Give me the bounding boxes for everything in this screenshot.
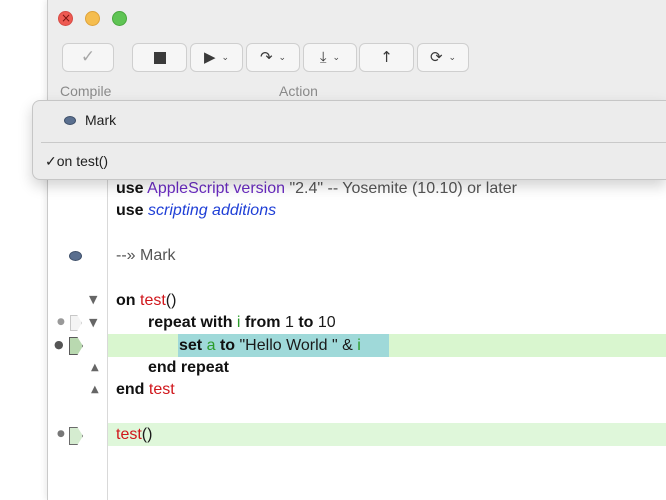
keyword: use xyxy=(116,180,144,197)
breakpoint-line-highlight xyxy=(108,423,666,446)
keyword: repeat with xyxy=(148,314,233,331)
handler-name: test xyxy=(148,381,175,398)
compile-button[interactable]: ✓ xyxy=(62,43,114,72)
step-out-icon: ↑ xyxy=(380,48,393,66)
menu-separator xyxy=(41,142,666,143)
keyword: end repeat xyxy=(148,359,229,376)
code-line-repeat: repeat with i from 1 to 10 xyxy=(148,313,336,333)
chevron-down-icon: ⌄ xyxy=(332,52,341,63)
disclosure-triangle-up-icon[interactable]: ▲ xyxy=(91,363,99,373)
disclosure-triangle-icon[interactable]: ▼ xyxy=(89,317,97,328)
menu-item-mark[interactable]: Mark xyxy=(85,112,116,128)
mark-icon xyxy=(64,116,76,125)
variable: i xyxy=(236,314,241,331)
checkmark-icon: ✓ xyxy=(45,153,57,169)
compile-label: Compile xyxy=(60,83,112,99)
stop-button[interactable] xyxy=(132,43,187,72)
navigation-popup-menu: Mark ✓on test() xyxy=(32,100,666,180)
code-line-end-repeat: end repeat xyxy=(148,358,229,378)
chevron-down-icon: ⌄ xyxy=(278,52,287,63)
keyword: to xyxy=(219,337,236,354)
breakpoint-dot-icon[interactable]: ● xyxy=(57,318,65,327)
operator: & xyxy=(342,337,353,354)
chevron-down-icon: ⌄ xyxy=(221,52,230,63)
code-line-2: use scripting additions xyxy=(116,201,276,221)
menu-item-label: on test() xyxy=(56,153,109,169)
chevron-down-icon: ⌄ xyxy=(448,52,457,63)
close-icon: × xyxy=(61,11,72,25)
action-label: Action xyxy=(279,83,318,99)
code-line-mark-comment: --» Mark xyxy=(116,247,176,264)
step-over-icon: ↷ xyxy=(259,48,273,66)
step-out-button[interactable]: ↑ xyxy=(359,43,414,72)
variable: a xyxy=(206,337,216,354)
code-line-call-test: test() xyxy=(116,425,152,445)
string-literal: "Hello World " xyxy=(239,337,338,354)
application-name: AppleScript xyxy=(147,180,229,197)
keyword: set xyxy=(179,337,203,354)
loop-button[interactable]: ⟳ ⌄ xyxy=(417,43,469,72)
step-into-button[interactable]: ⤓ ⌄ xyxy=(303,43,357,72)
code-line-on-test: on test() xyxy=(116,291,176,311)
toolbar: × ✓ Compile ▶ ⌄ ↷ ⌄ ⤓ ⌄ ↑ ⟳ ⌄ Action xyxy=(48,0,666,104)
close-window-button[interactable]: × xyxy=(58,11,73,26)
variable: i xyxy=(357,337,361,354)
disclosure-triangle-up-icon[interactable]: ▲ xyxy=(91,385,99,395)
keyword: to xyxy=(298,314,314,331)
keyword: on xyxy=(116,292,136,309)
step-over-button[interactable]: ↷ ⌄ xyxy=(246,43,300,72)
script-editor-window: × ✓ Compile ▶ ⌄ ↷ ⌄ ⤓ ⌄ ↑ ⟳ ⌄ Action ▼ ●… xyxy=(47,0,666,500)
parens: () xyxy=(165,292,177,309)
play-icon: ▶ xyxy=(203,48,216,66)
keyword: from xyxy=(244,314,281,331)
version-comment: "2.4" -- Yosemite (10.10) or later xyxy=(285,180,517,197)
menu-item-on-test[interactable]: ✓on test() xyxy=(45,153,108,170)
zoom-window-button[interactable] xyxy=(112,11,127,26)
version-keyword: version xyxy=(233,180,285,197)
stop-icon xyxy=(153,51,166,64)
handler-name: test xyxy=(116,426,142,443)
disclosure-triangle-icon[interactable]: ▼ xyxy=(89,294,97,305)
code-line-1: use AppleScript version "2.4" -- Yosemit… xyxy=(116,179,517,199)
check-icon: ✓ xyxy=(80,47,96,67)
run-button[interactable]: ▶ ⌄ xyxy=(190,43,243,72)
breakpoint-dot-icon[interactable]: ● xyxy=(54,339,64,350)
code-line-set: set a to "Hello World " & i xyxy=(179,336,361,356)
number: 10 xyxy=(317,314,336,331)
minimize-window-button[interactable] xyxy=(85,11,100,26)
keyword: end xyxy=(116,381,145,398)
code-line-end-test: end test xyxy=(116,380,175,400)
keyword: use xyxy=(116,202,144,219)
breakpoint-dot-icon[interactable]: ● xyxy=(57,430,65,439)
step-into-icon: ⤓ xyxy=(319,48,327,66)
loop-icon: ⟳ xyxy=(429,48,443,66)
number: 1 xyxy=(284,314,294,331)
handler-name: test xyxy=(140,292,166,309)
mark-icon[interactable] xyxy=(69,251,82,261)
scripting-additions-text: scripting additions xyxy=(148,202,277,219)
parens: () xyxy=(141,426,153,443)
